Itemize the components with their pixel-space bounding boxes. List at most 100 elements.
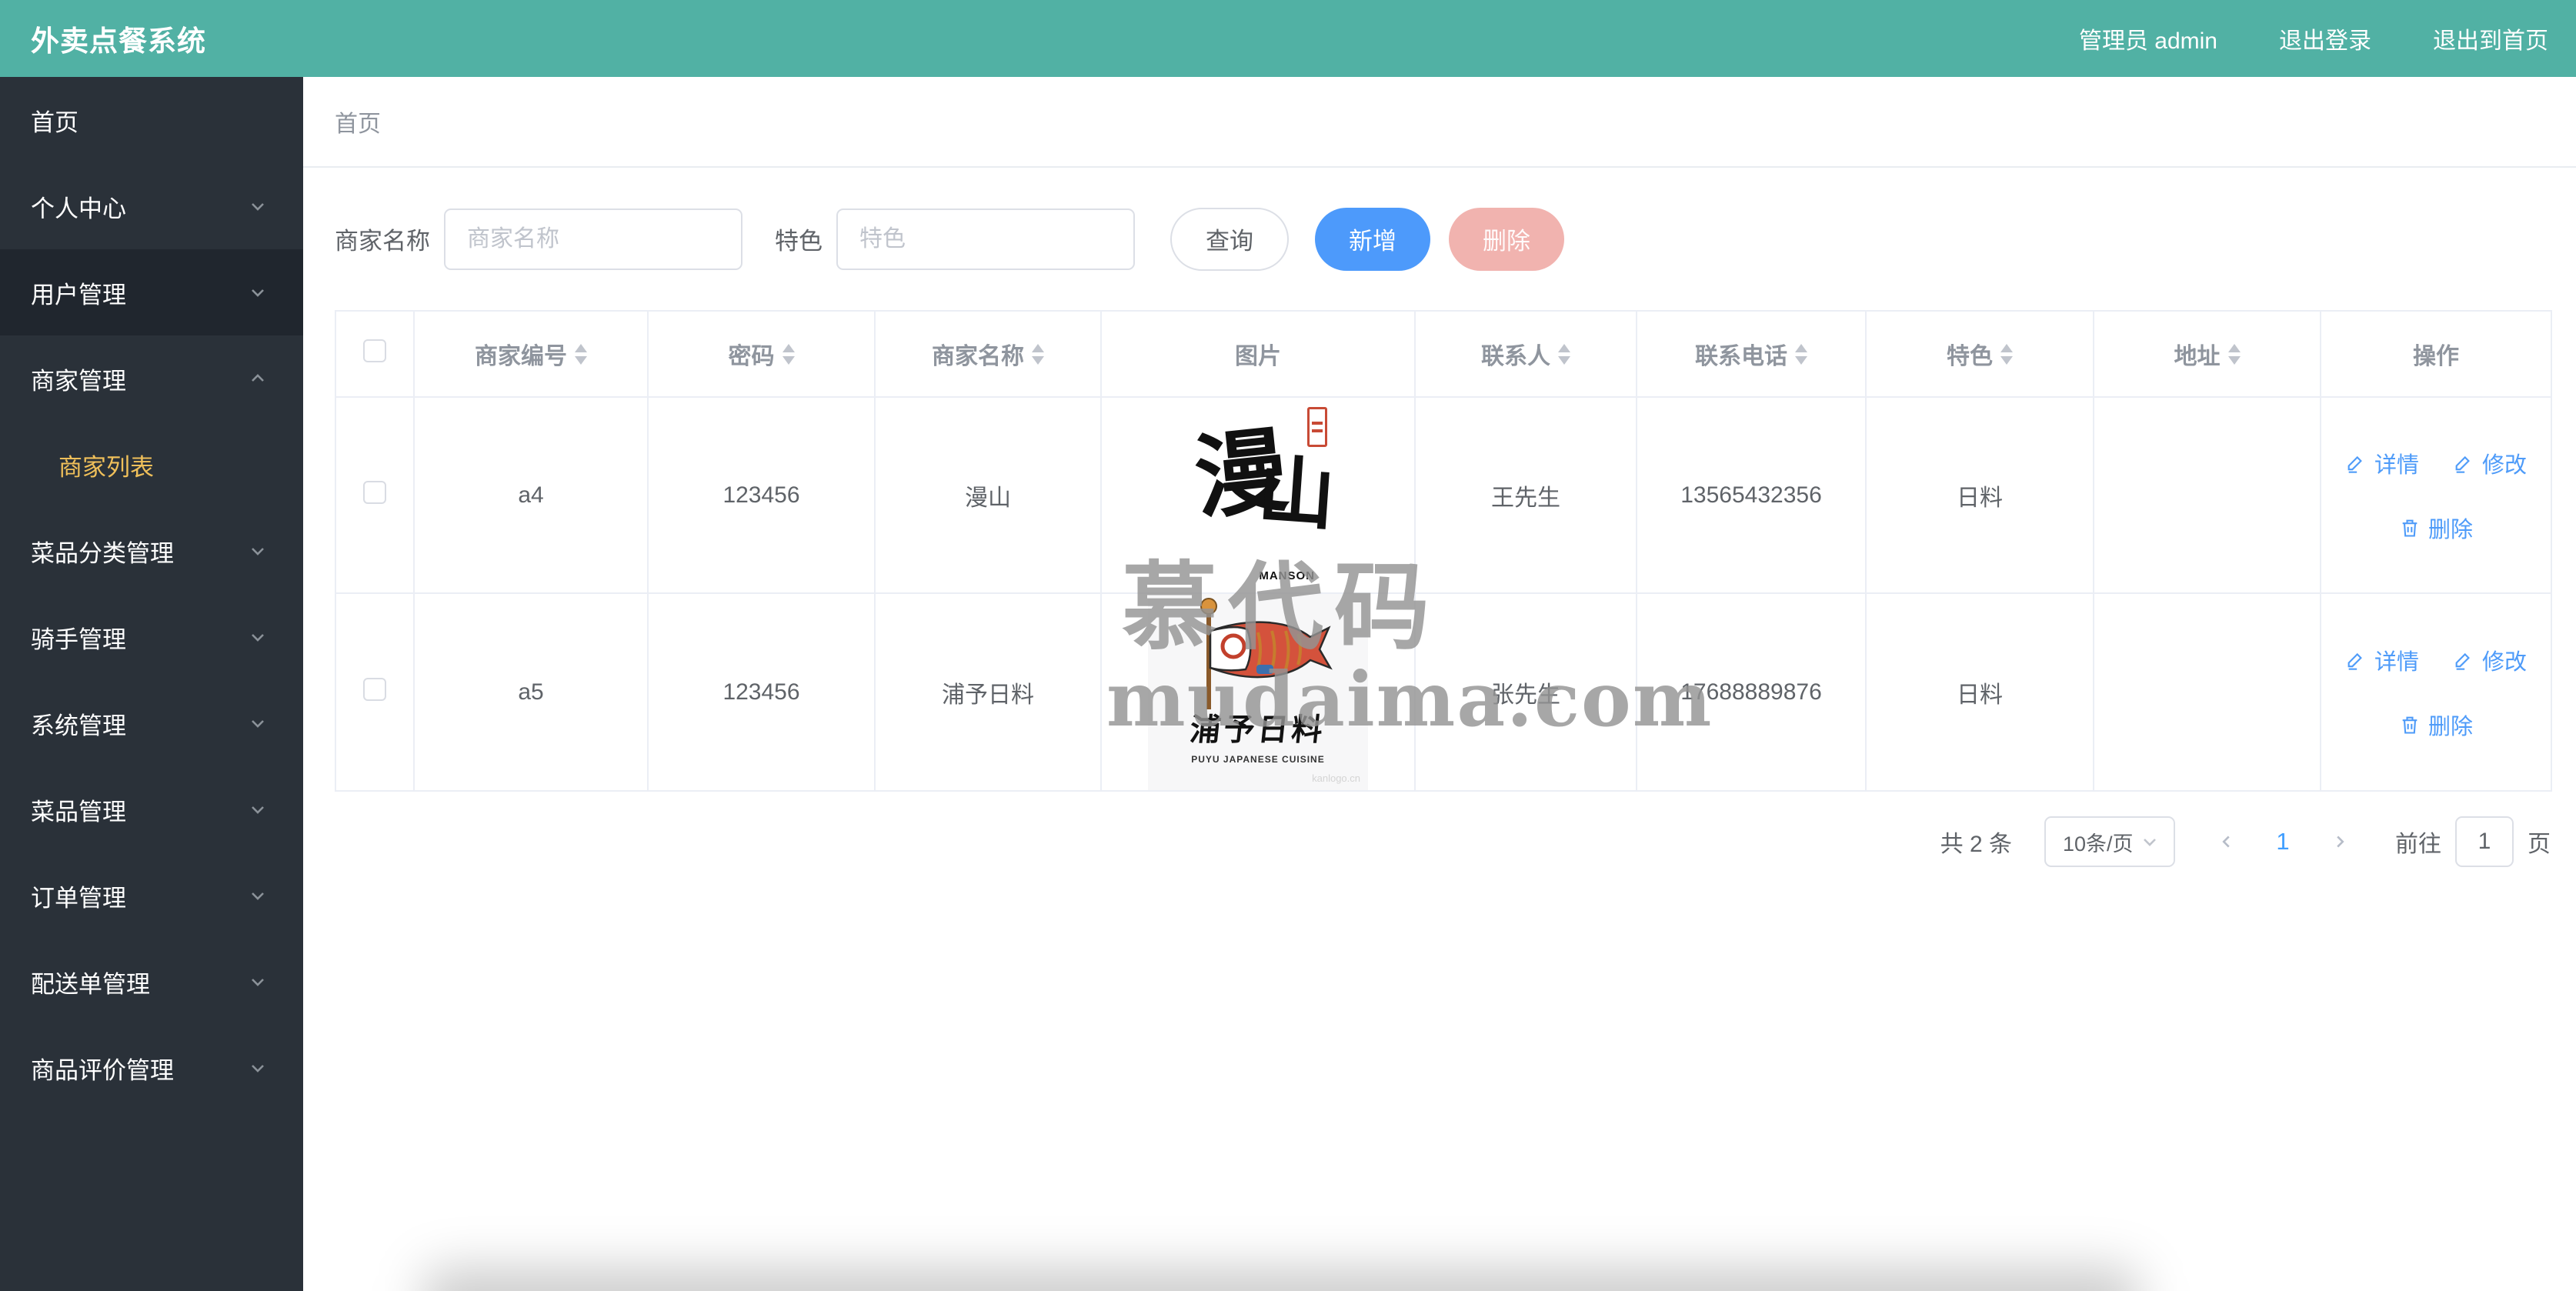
sidebar-item-dish-management[interactable]: 菜品管理 [0, 766, 303, 852]
merchant-name-label: 商家名称 [335, 228, 430, 255]
logo-title: 浦予日料 [1188, 712, 1328, 748]
row-checkbox[interactable] [363, 677, 386, 701]
sort-icon[interactable] [575, 343, 587, 365]
edit-link[interactable]: 修改 [2453, 644, 2527, 676]
sidebar-item-review-management[interactable]: 商品评价管理 [0, 1025, 303, 1111]
chevron-down-icon [252, 1065, 264, 1072]
bottom-shadow [423, 1268, 2139, 1291]
cell-image: 漫 山 MANSON [1100, 396, 1416, 594]
feature-input[interactable] [836, 208, 1135, 270]
chevron-down-icon [252, 548, 264, 555]
logout-button[interactable]: 退出登录 [2279, 22, 2371, 55]
sort-icon[interactable] [1795, 343, 1807, 365]
edit-link[interactable]: 修改 [2453, 447, 2527, 479]
goto-label: 前往 [2395, 832, 2441, 857]
sidebar-item-dish-category-management[interactable]: 菜品分类管理 [0, 508, 303, 594]
column-label: 特色 [1947, 344, 1993, 369]
detail-link[interactable]: 详情 [2345, 447, 2419, 479]
header-admin-user[interactable]: 管理员 admin [2079, 22, 2217, 55]
chevron-down-icon [252, 806, 264, 814]
goto-page-input[interactable] [2455, 816, 2514, 867]
sidebar: 首页 个人中心 用户管理 商家管理 商家列表 菜品分类管理 骑手管理 系统管理 … [0, 77, 303, 1291]
delete-button-disabled[interactable]: 删除 [1449, 207, 1564, 271]
sidebar-item-label: 商品评价管理 [31, 1056, 174, 1084]
cell-merchant-name: 浦予日料 [874, 592, 1102, 792]
sidebar-item-user-management[interactable]: 用户管理 [0, 249, 303, 335]
sort-icon[interactable] [1032, 343, 1044, 365]
sidebar-item-order-management[interactable]: 订单管理 [0, 852, 303, 939]
prev-page-button[interactable] [2211, 831, 2241, 852]
koinobori-carp-flag-icon [1200, 598, 1333, 709]
sidebar-item-delivery-management[interactable]: 配送单管理 [0, 939, 303, 1025]
sidebar-item-personal-center[interactable]: 个人中心 [0, 163, 303, 249]
next-page-button[interactable] [2324, 831, 2355, 852]
cell-phone: 17688889876 [1636, 592, 1867, 792]
merchant-name-input[interactable] [444, 208, 742, 270]
search-toolbar: 商家名称 特色 查询 新增 删除 [303, 168, 2576, 310]
edit-pencil-icon [2347, 455, 2362, 473]
chevron-down-icon [252, 892, 264, 900]
table-row: a5 123456 浦予日料 浦予日料 PUYU JAPANESE CUISIN… [335, 592, 2552, 792]
page-size-select[interactable]: 10条/页 [2044, 816, 2175, 867]
breadcrumb: 首页 [303, 77, 2576, 168]
column-label: 操作 [2413, 344, 2459, 369]
chevron-down-icon [252, 289, 264, 297]
sidebar-item-label: 配送单管理 [31, 970, 150, 998]
column-label: 联系人 [1481, 344, 1550, 369]
logo-subtitle: PUYU JAPANESE CUISINE [1191, 754, 1325, 765]
breadcrumb-home[interactable]: 首页 [335, 105, 381, 138]
sidebar-item-label: 个人中心 [31, 195, 126, 222]
column-label: 密码 [728, 344, 775, 369]
edit-pencil-icon [2347, 652, 2362, 670]
sidebar-subitem-label: 商家列表 [58, 453, 154, 481]
table-row: a4 123456 漫山 漫 山 MANSON 王先生 13565432356 … [335, 396, 2552, 594]
sort-icon[interactable] [2000, 343, 2013, 365]
pagination: 共 2 条 10条/页 1 前往 页 [303, 816, 2551, 867]
chevron-down-icon [252, 634, 264, 642]
sort-icon[interactable] [1558, 343, 1570, 365]
column-header-image: 图片 [1100, 310, 1416, 398]
add-button[interactable]: 新增 [1315, 207, 1430, 271]
chevron-down-icon [252, 720, 264, 728]
sidebar-item-label: 菜品分类管理 [31, 539, 174, 567]
exit-to-home-button[interactable]: 退出到首页 [2433, 22, 2548, 55]
column-header-password[interactable]: 密码 [647, 310, 876, 398]
column-header-phone[interactable]: 联系电话 [1636, 310, 1867, 398]
sort-icon[interactable] [2227, 343, 2241, 365]
sidebar-item-merchant-list-active[interactable]: 商家列表 [0, 422, 303, 508]
sidebar-item-home[interactable]: 首页 [0, 77, 303, 163]
column-header-merchant-name[interactable]: 商家名称 [874, 310, 1102, 398]
feature-label: 特色 [775, 228, 823, 255]
sidebar-item-label: 骑手管理 [31, 625, 126, 653]
column-header-feature[interactable]: 特色 [1865, 310, 2094, 398]
select-all-checkbox[interactable] [363, 339, 386, 362]
column-header-contact[interactable]: 联系人 [1414, 310, 1637, 398]
cell-address [2093, 396, 2321, 594]
delete-link[interactable]: 删除 [2399, 709, 2473, 741]
trash-icon [2402, 519, 2418, 537]
sidebar-item-label: 菜品管理 [31, 798, 126, 826]
cell-password: 123456 [647, 396, 876, 594]
current-page[interactable]: 1 [2267, 828, 2298, 856]
column-label: 商家编号 [475, 344, 567, 369]
sidebar-item-system-management[interactable]: 系统管理 [0, 680, 303, 766]
cell-feature: 日料 [1865, 396, 2094, 594]
cell-contact: 张先生 [1414, 592, 1637, 792]
logo-credit: kanlogo.cn [1312, 772, 1360, 784]
cell-contact: 王先生 [1414, 396, 1637, 594]
chevron-down-icon [252, 203, 264, 211]
column-header-address[interactable]: 地址 [2093, 310, 2321, 398]
delete-link[interactable]: 删除 [2399, 512, 2473, 544]
logo-char: 山 [1255, 445, 1338, 541]
sidebar-item-merchant-management[interactable]: 商家管理 [0, 335, 303, 422]
detail-link[interactable]: 详情 [2345, 644, 2419, 676]
edit-pencil-icon [2455, 652, 2470, 670]
column-header-merchant-id[interactable]: 商家编号 [413, 310, 649, 398]
column-header-actions: 操作 [2320, 310, 2552, 398]
row-checkbox[interactable] [363, 480, 386, 504]
search-button[interactable]: 查询 [1170, 207, 1289, 271]
cell-phone: 13565432356 [1636, 396, 1867, 594]
sort-icon[interactable] [782, 343, 795, 365]
total-count: 共 2 条 [1940, 832, 2012, 857]
sidebar-item-rider-management[interactable]: 骑手管理 [0, 594, 303, 680]
